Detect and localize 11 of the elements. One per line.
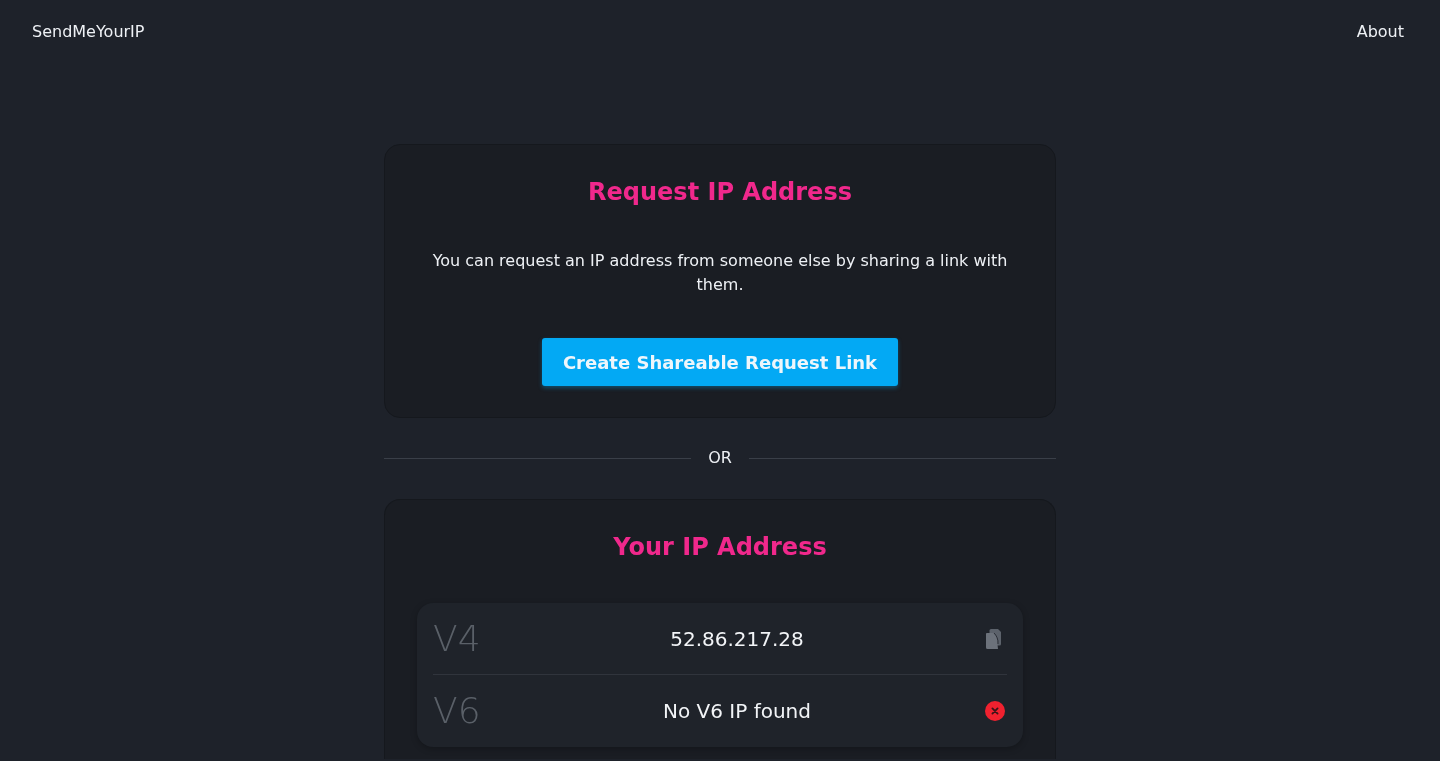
nav-link[interactable]: About [1356,21,1404,41]
divider-label: OR [708,449,732,467]
ip-value: No V6 IP found [662,699,812,723]
version-label: V4 [433,617,482,660]
version-label: V6 [433,690,482,732]
card-title: Your IP Address [613,532,827,563]
card-title: Request IP Address [588,177,852,208]
ip-value: 52.86.217.28 [669,626,805,651]
error-icon [985,701,1005,721]
brand-link[interactable]: SendMeYourIP [32,21,145,41]
description-text: You can request an IP address from someone else by sharing a link with them. [431,250,1009,296]
